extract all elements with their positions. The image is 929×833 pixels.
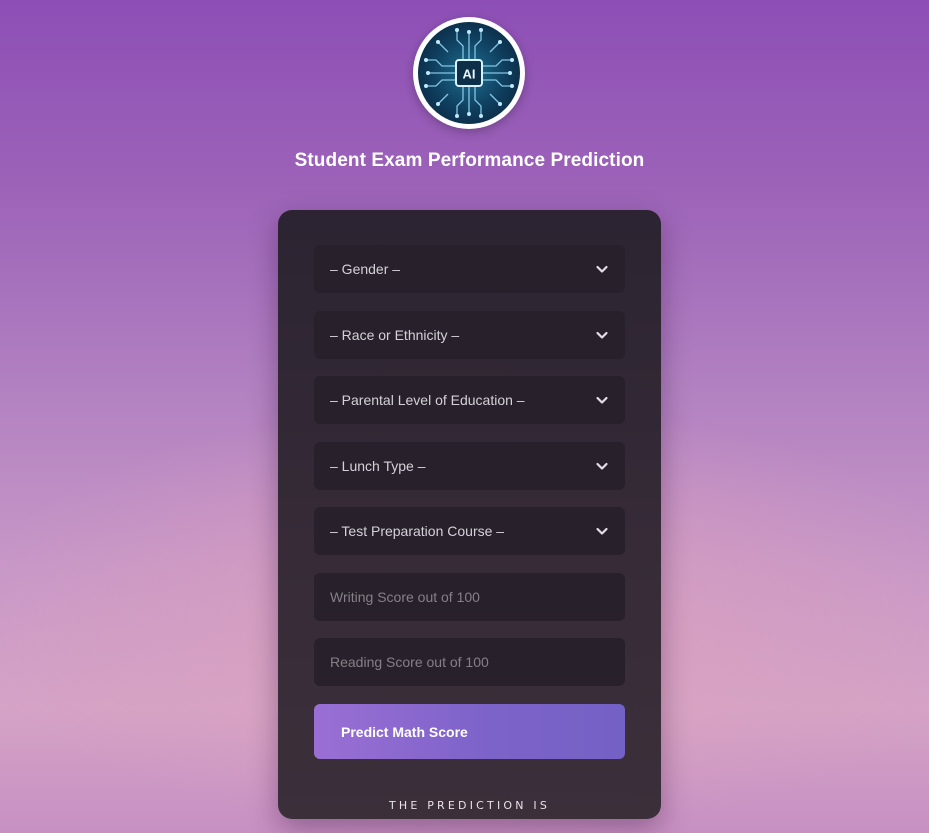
test-preparation-select-label: – Test Preparation Course –	[330, 523, 505, 539]
race-ethnicity-select-label: – Race or Ethnicity –	[330, 327, 460, 343]
predict-math-score-button[interactable]: Predict Math Score	[314, 704, 625, 759]
predict-button-label: Predict Math Score	[341, 723, 468, 740]
parental-education-select-label: – Parental Level of Education –	[330, 392, 525, 408]
reading-score-placeholder: Reading Score out of 100	[330, 654, 489, 670]
page-title: Student Exam Performance Prediction	[294, 150, 645, 171]
writing-score-placeholder: Writing Score out of 100	[330, 589, 480, 605]
chevron-down-icon	[596, 396, 608, 404]
logo-text: AI	[463, 67, 476, 82]
ai-chip-icon: AI	[418, 22, 520, 124]
test-preparation-select[interactable]: – Test Preparation Course –	[314, 507, 625, 555]
ai-logo: AI	[413, 17, 525, 129]
prediction-form-card: – Gender – – Race or Ethnicity – – Paren…	[278, 210, 661, 819]
gender-select-label: – Gender –	[330, 261, 401, 277]
lunch-type-select-label: – Lunch Type –	[330, 458, 426, 474]
gender-select[interactable]: – Gender –	[314, 245, 625, 293]
prediction-result-label: THE PREDICTION IS	[388, 799, 551, 812]
chevron-down-icon	[596, 527, 608, 535]
lunch-type-select[interactable]: – Lunch Type –	[314, 442, 625, 490]
parental-education-select[interactable]: – Parental Level of Education –	[314, 376, 625, 424]
chevron-down-icon	[596, 265, 608, 273]
race-ethnicity-select[interactable]: – Race or Ethnicity –	[314, 311, 625, 359]
chevron-down-icon	[596, 462, 608, 470]
writing-score-input[interactable]: Writing Score out of 100	[314, 573, 625, 621]
chevron-down-icon	[596, 331, 608, 339]
reading-score-input[interactable]: Reading Score out of 100	[314, 638, 625, 686]
